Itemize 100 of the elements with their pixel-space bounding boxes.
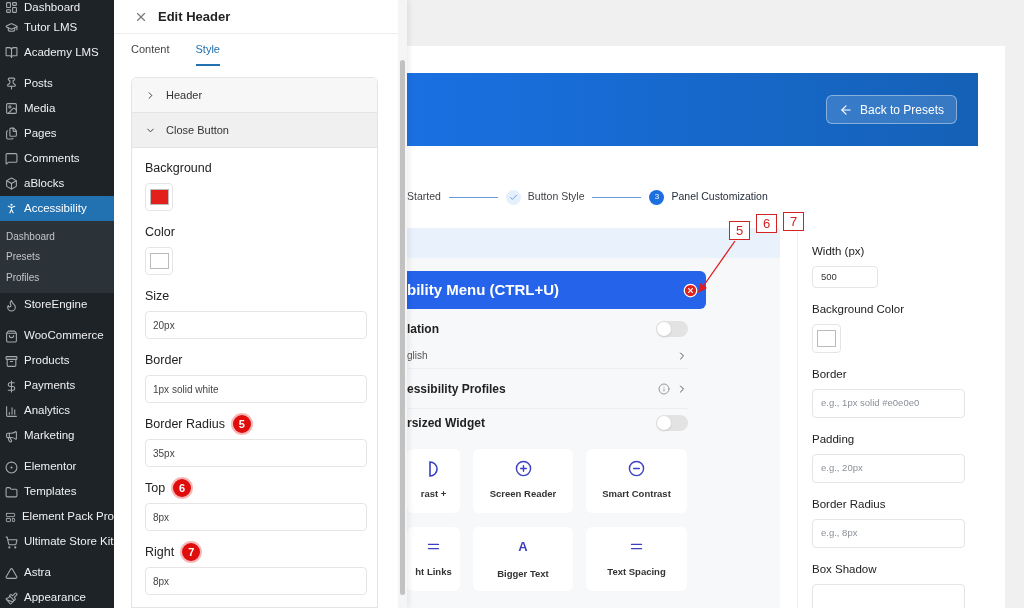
graduation-cap-icon <box>5 21 18 34</box>
feature-tile[interactable]: rast + <box>407 449 460 513</box>
sidebar-item[interactable]: Marketing <box>0 423 114 449</box>
step: Started <box>407 189 441 205</box>
letter-icon: A <box>518 537 528 557</box>
step-connector <box>592 196 642 198</box>
sidebar-item[interactable]: Element Pack Pro <box>0 504 114 530</box>
sidebar-item[interactable]: Accessibility <box>0 196 114 221</box>
menu-row-label: rsized Widget <box>407 415 485 432</box>
field-label: Right <box>145 543 175 561</box>
sidebar-item[interactable]: Dashboard <box>0 0 114 15</box>
sidebar-item[interactable]: Comments <box>0 146 114 171</box>
field-label: Padding <box>812 432 856 447</box>
sidebar-item[interactable]: Payments <box>0 373 114 399</box>
field-label: Border Radius <box>812 497 887 512</box>
megaphone-icon <box>5 429 18 443</box>
speech-bubble-icon <box>5 152 18 165</box>
step-connector <box>448 196 498 198</box>
flame-icon <box>5 298 18 312</box>
check-icon <box>505 189 521 205</box>
feature-tile[interactable]: A Bigger Text <box>473 527 573 591</box>
menu-title: bility Menu (CTRL+U) <box>407 279 560 300</box>
field-label: Top <box>145 479 166 497</box>
menu-row-label: lation <box>407 321 439 338</box>
sidebar-item[interactable]: Analytics <box>0 398 114 424</box>
sidebar-item[interactable]: Products <box>0 348 114 374</box>
feature-tile[interactable]: Text Spacing <box>586 527 687 591</box>
sidebar-item[interactable]: Elementor <box>0 454 114 480</box>
circle-icon <box>5 460 18 474</box>
text-field[interactable]: 8px <box>145 503 367 531</box>
field-label: Background <box>145 159 212 177</box>
menu-row-label: essibility Profiles <box>407 380 506 398</box>
sidebar-item[interactable]: Pages <box>0 121 114 146</box>
person-icon <box>5 202 18 215</box>
scrollbar-thumb[interactable] <box>400 60 405 595</box>
feature-tile[interactable]: ht Links <box>407 527 460 591</box>
field-label: Box Shadow <box>812 562 878 577</box>
text-field[interactable]: 20px <box>145 311 367 339</box>
close-icon[interactable] <box>683 282 698 298</box>
text-field[interactable]: 1px solid white <box>145 375 367 403</box>
field-label: Border <box>145 351 183 369</box>
sidebar-item[interactable]: Media <box>0 96 114 121</box>
accordion-header[interactable]: Header <box>132 78 377 113</box>
text-field[interactable]: 35px <box>145 439 367 467</box>
step: Button Style <box>505 189 585 205</box>
number-badge: 6 <box>171 477 194 499</box>
box-icon <box>5 177 18 190</box>
number-badge: 7 <box>180 541 203 563</box>
sidebar-item[interactable]: Ultimate Store Kit <box>0 529 114 555</box>
field-label: Border Radius <box>145 415 225 433</box>
bag-icon <box>5 329 18 343</box>
tab[interactable]: Style <box>195 34 220 66</box>
color-swatch-button[interactable] <box>812 324 841 353</box>
feature-tile[interactable]: Smart Contrast <box>586 449 687 513</box>
sidebar-item[interactable]: Posts <box>0 71 114 96</box>
text-field[interactable]: e.g., 1px solid #e0e0e0 <box>812 389 965 418</box>
sidebar-item[interactable]: aBlocks <box>0 171 114 196</box>
pages-icon <box>5 127 18 140</box>
tab[interactable]: Content <box>131 34 170 66</box>
panel-title: Edit Header <box>158 7 231 26</box>
toggle-switch[interactable] <box>656 321 688 337</box>
sidebar-item[interactable]: Templates <box>0 479 114 505</box>
sidebar-item[interactable]: Appearance <box>0 585 114 608</box>
field-label: Color <box>145 223 175 241</box>
layout-icon <box>5 510 16 524</box>
field-label: Size <box>145 287 170 305</box>
sidebar-item[interactable]: Academy LMS <box>0 40 114 65</box>
book-icon <box>5 46 18 59</box>
text-field[interactable]: 8px <box>145 567 367 595</box>
annotation-label: 6 <box>756 214 777 233</box>
text-field[interactable] <box>812 584 965 608</box>
annotation-label: 7 <box>783 212 804 231</box>
plus-circle-icon <box>514 460 532 478</box>
number-badge: 5 <box>230 413 253 435</box>
color-swatch-button[interactable] <box>145 183 173 211</box>
text-field[interactable]: e.g., 8px <box>812 519 965 548</box>
accordion-header[interactable]: Close Button <box>132 113 377 148</box>
sidebar-item[interactable]: Astra <box>0 560 114 586</box>
color-swatch-button[interactable] <box>145 247 173 275</box>
back-button[interactable]: Back to Presets <box>825 95 957 124</box>
bar-chart-icon <box>5 404 18 418</box>
text-field[interactable]: 500 <box>812 266 878 288</box>
sidebar-item[interactable]: WooCommerce <box>0 323 114 349</box>
toggle-switch[interactable] <box>656 415 688 431</box>
field-label: Border <box>812 367 848 382</box>
dollar-icon <box>5 379 18 393</box>
annotation-arrow <box>696 240 738 294</box>
triangle-icon <box>5 566 18 580</box>
submenu-item[interactable]: Presets <box>0 246 114 267</box>
submenu-item[interactable]: Dashboard <box>0 226 114 247</box>
archive-icon <box>5 354 18 368</box>
brush-icon <box>5 591 18 605</box>
sidebar-item[interactable]: StoreEngine <box>0 292 114 318</box>
folder-icon <box>5 485 18 499</box>
dashboard-icon <box>5 1 18 14</box>
field-label: Background Color <box>812 302 906 317</box>
pin-icon <box>5 77 18 90</box>
sidebar-item[interactable]: Tutor LMS <box>0 15 114 40</box>
feature-tile[interactable]: Screen Reader <box>473 449 573 513</box>
submenu-item[interactable]: Profiles <box>0 267 114 288</box>
